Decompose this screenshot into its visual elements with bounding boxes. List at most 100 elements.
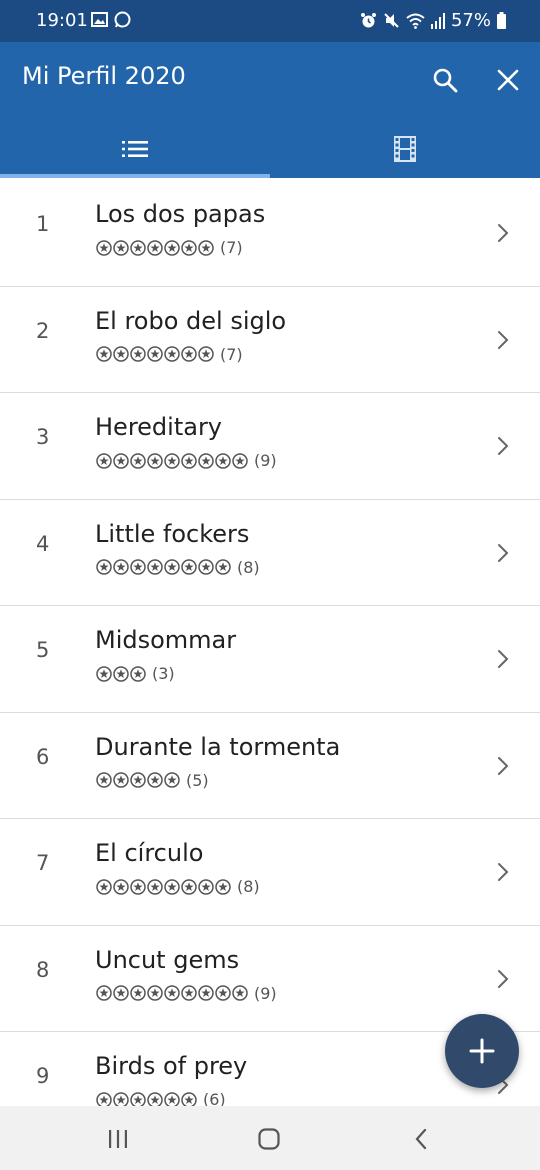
star-icon: [198, 559, 214, 575]
star-icon: [113, 346, 129, 362]
star-icon: [96, 772, 112, 788]
rating-stars: (5): [96, 771, 209, 790]
tab-films[interactable]: [270, 120, 540, 178]
list-item[interactable]: 7 El círculo (8): [0, 819, 540, 926]
rating-count: (3): [152, 664, 175, 683]
movie-title: Los dos papas: [95, 200, 266, 228]
star-icon: [130, 665, 146, 682]
star-icon: [198, 346, 214, 362]
list-item[interactable]: 3 Hereditary (9): [0, 393, 540, 500]
rank-number: 2: [36, 318, 50, 343]
star-icon: [198, 985, 214, 1001]
star-icon: [96, 239, 112, 256]
recents-icon: [109, 1130, 127, 1148]
recents-button[interactable]: [101, 1122, 135, 1156]
rating-count: (8): [237, 877, 260, 896]
rating-count: (9): [254, 451, 277, 470]
home-button[interactable]: [252, 1122, 286, 1156]
page-title: Mi Perfil 2020: [22, 62, 186, 90]
list-item[interactable]: 4 Little fockers (8): [0, 500, 540, 606]
whatsapp-icon: [114, 11, 131, 28]
rating-stars: (8): [96, 558, 260, 577]
rank-number: 7: [36, 851, 50, 875]
rank-number: 4: [36, 531, 50, 556]
star-icon: [198, 452, 214, 469]
navigation-bar: [0, 1106, 540, 1170]
star-icon: [164, 239, 180, 256]
chevron-right-icon: [498, 756, 509, 775]
list-item[interactable]: 8 Uncut gems (9): [0, 926, 540, 1032]
star-icon: [181, 346, 197, 362]
signal-icon: [430, 12, 445, 29]
star-icon: [147, 878, 163, 895]
plus-icon: [469, 1038, 495, 1064]
status-time: 19:01: [36, 10, 88, 31]
rating-count: (7): [220, 344, 243, 364]
movie-title: Midsommar: [95, 626, 237, 654]
movie-title: El robo del siglo: [95, 306, 287, 335]
star-icon: [96, 985, 112, 1001]
star-icon: [147, 559, 163, 575]
gallery-icon: [91, 12, 108, 27]
star-icon: [164, 772, 180, 788]
star-icon: [232, 452, 248, 469]
rank-number: 1: [36, 212, 50, 236]
list-icon: [122, 141, 148, 157]
close-button[interactable]: [488, 60, 528, 100]
app-bar: Mi Perfil 2020: [0, 42, 540, 178]
star-icon: [130, 452, 146, 469]
movie-title: Little fockers: [95, 519, 250, 548]
alarm-icon: [360, 13, 376, 28]
star-icon: [113, 772, 129, 788]
list-item[interactable]: 5 Midsommar (3): [0, 606, 540, 713]
chevron-right-icon: [498, 650, 509, 668]
star-icon: [147, 985, 163, 1001]
star-icon: [147, 452, 163, 469]
star-icon: [181, 985, 197, 1001]
star-icon: [164, 878, 180, 895]
star-icon: [113, 559, 129, 575]
rank-number: 5: [36, 638, 50, 662]
back-button[interactable]: [404, 1122, 438, 1156]
list-item[interactable]: 1 Los dos papas (7): [0, 180, 540, 287]
list-item[interactable]: 2 El robo del siglo (7): [0, 287, 540, 393]
star-icon: [130, 985, 146, 1001]
star-icon: [181, 239, 197, 256]
star-icon: [232, 985, 248, 1001]
system-icons: 57%: [360, 10, 506, 31]
star-icon: [181, 559, 197, 575]
star-icon: [164, 452, 180, 469]
star-icon: [113, 878, 129, 895]
search-button[interactable]: [425, 60, 465, 100]
battery-icon: [497, 12, 506, 29]
rating-count: (9): [254, 983, 277, 1003]
star-icon: [96, 878, 112, 895]
rating-stars: (9): [96, 984, 277, 1003]
star-icon: [147, 239, 163, 256]
rank-number: 9: [36, 1064, 50, 1088]
chevron-right-icon: [498, 330, 509, 349]
rating-stars: (7): [96, 345, 243, 364]
star-icon: [130, 239, 146, 256]
star-icon: [215, 452, 231, 469]
star-icon: [164, 346, 180, 362]
star-icon: [198, 239, 214, 256]
star-icon: [113, 985, 129, 1001]
star-icon: [147, 772, 163, 788]
rating-count: (8): [237, 557, 260, 577]
wifi-icon: [406, 13, 425, 29]
movie-title: Birds of prey: [95, 1052, 248, 1080]
rating-count: (5): [186, 770, 209, 790]
add-movie-button[interactable]: [445, 1014, 519, 1088]
rating-stars: (7): [96, 238, 243, 257]
star-icon: [113, 239, 129, 256]
star-icon: [181, 452, 197, 469]
rating-count: (7): [220, 238, 243, 257]
list-item[interactable]: 6 Durante la tormenta (5): [0, 713, 540, 819]
star-icon: [96, 346, 112, 362]
star-icon: [130, 878, 146, 895]
star-icon: [130, 346, 146, 362]
movie-title: Uncut gems: [95, 945, 240, 974]
chevron-right-icon: [498, 969, 509, 988]
tab-list[interactable]: [0, 120, 270, 178]
